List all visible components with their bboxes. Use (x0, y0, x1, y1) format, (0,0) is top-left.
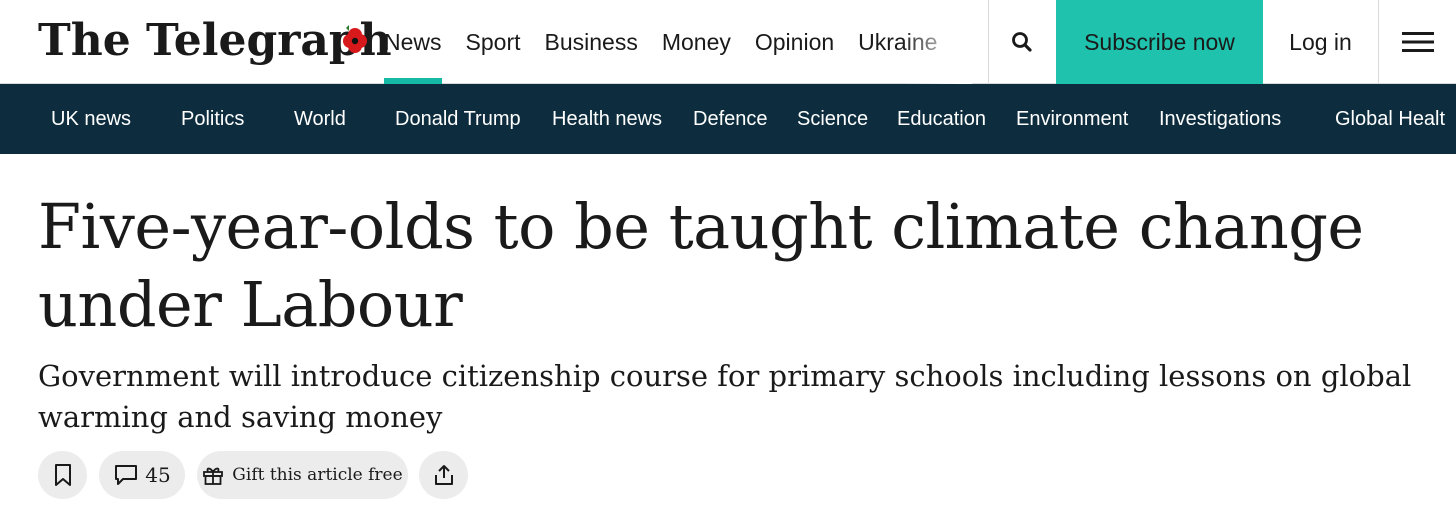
bookmark-icon (54, 464, 71, 486)
comment-count: 45 (145, 463, 171, 487)
article-standfirst: Government will introduce citizenship co… (38, 359, 1412, 434)
main-nav-item-news[interactable]: News (372, 0, 454, 84)
section-nav-item-investigations[interactable]: Investigations (1159, 84, 1281, 154)
login-button[interactable]: Log in (1263, 0, 1378, 84)
menu-button[interactable] (1379, 0, 1456, 84)
share-icon (434, 465, 453, 485)
section-nav-item-science[interactable]: Science (797, 84, 868, 154)
section-nav-item-environment[interactable]: Environment (1016, 84, 1128, 154)
gift-article-label: Gift this article free (232, 465, 403, 485)
gift-icon (203, 467, 224, 485)
main-nav-item-business[interactable]: Business (533, 0, 650, 84)
poppy-icon (343, 25, 367, 53)
main-nav: News Sport Business Money Opinion Ukrain… (372, 0, 972, 84)
section-nav-item-donald-trump[interactable]: Donald Trump (395, 84, 521, 154)
comment-icon (115, 465, 138, 485)
main-nav-item-ukraine[interactable]: Ukraine (846, 0, 949, 84)
section-nav-item-world[interactable]: World (294, 84, 346, 154)
section-nav-item-defence[interactable]: Defence (693, 84, 768, 154)
main-nav-item-money[interactable]: Money (650, 0, 743, 84)
top-bar: The Telegraph News Sport Business Money … (0, 0, 1456, 84)
share-button[interactable] (419, 451, 468, 499)
site-logo[interactable]: The Telegraph (38, 12, 392, 68)
search-button[interactable] (988, 0, 1056, 84)
main-nav-item-opinion[interactable]: Opinion (743, 0, 846, 84)
hamburger-menu-icon (1401, 32, 1434, 52)
subscribe-button[interactable]: Subscribe now (1056, 0, 1263, 84)
comments-button[interactable]: 45 (99, 451, 185, 499)
search-icon (1012, 32, 1032, 52)
main-nav-item-sport[interactable]: Sport (454, 0, 533, 84)
section-nav-item-uk-news[interactable]: UK news (51, 84, 131, 154)
section-nav-item-politics[interactable]: Politics (181, 84, 244, 154)
section-nav-item-health-news[interactable]: Health news (552, 84, 662, 154)
logo-wordmark: The Telegraph (38, 14, 392, 66)
section-nav: UK news Politics World Donald Trump Heal… (0, 84, 1456, 154)
section-nav-item-education[interactable]: Education (897, 84, 986, 154)
article-headline: Five-year-olds to be taught climate chan… (38, 190, 1364, 341)
bookmark-button[interactable] (38, 451, 87, 499)
section-nav-item-global-health[interactable]: Global Healt (1335, 84, 1445, 154)
gift-article-button[interactable]: Gift this article free (197, 451, 408, 499)
